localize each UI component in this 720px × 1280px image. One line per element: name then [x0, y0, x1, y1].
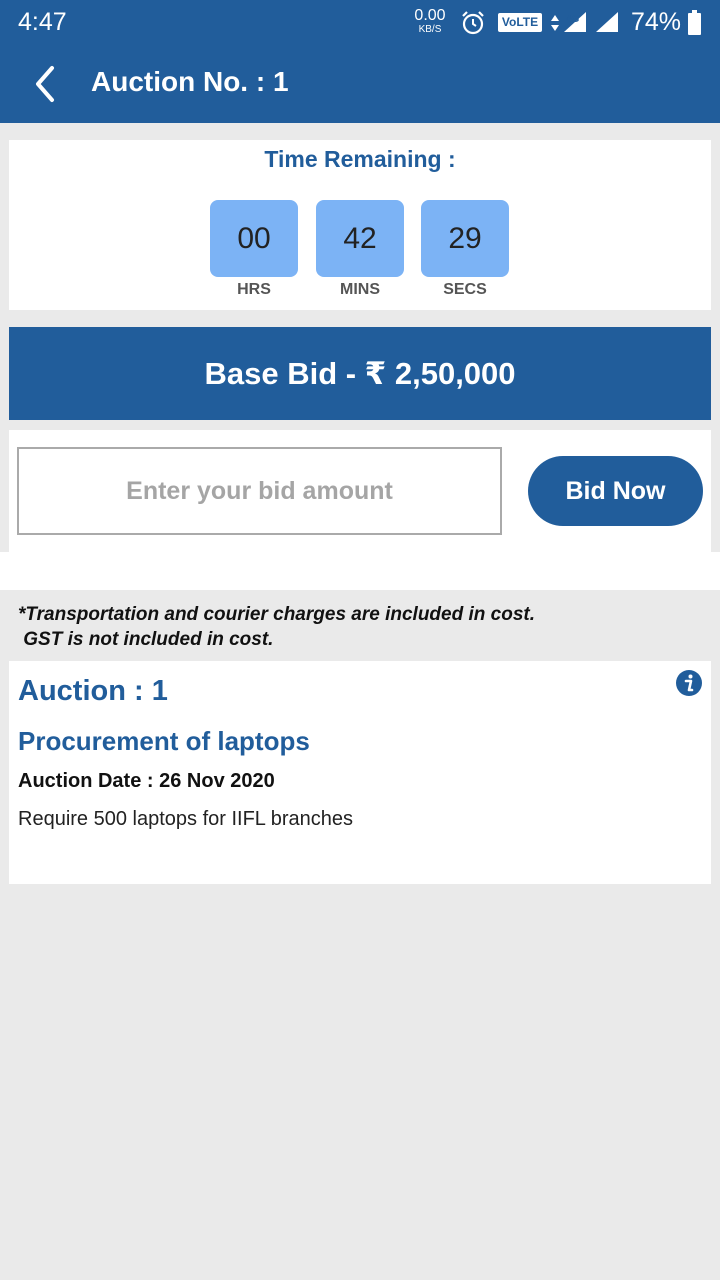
- page-title: Auction No. : 1: [91, 66, 289, 97]
- status-time: 4:47: [18, 8, 67, 36]
- bid-form: Bid Now: [9, 430, 711, 552]
- volte-badge: VoLTE: [498, 13, 542, 32]
- network-type: 4G: [566, 14, 580, 25]
- note-line-2: GST is not included in cost.: [18, 629, 274, 650]
- status-bar: 4:47 0.00 KB/S VoLTE 4G 74%: [0, 0, 720, 46]
- data-arrows-icon: [551, 15, 559, 31]
- seconds-box: 29: [421, 200, 509, 277]
- bid-amount-input[interactable]: [17, 447, 502, 535]
- hours-box: 00: [210, 200, 298, 277]
- base-bid-banner: Base Bid - ₹ 2,50,000: [9, 327, 711, 420]
- chevron-left-icon: [36, 66, 54, 102]
- battery-icon: [688, 10, 701, 35]
- info-icon[interactable]: [675, 669, 703, 697]
- net-speed-unit: KB/S: [418, 24, 442, 35]
- auction-title: Auction : 1: [18, 675, 168, 707]
- divider-strip: [0, 552, 720, 590]
- minutes-box: 42: [316, 200, 404, 277]
- bid-now-button[interactable]: Bid Now: [528, 456, 703, 526]
- hours-label: HRS: [237, 281, 271, 298]
- auction-description: Require 500 laptops for IIFL branches: [18, 808, 354, 830]
- charges-note: *Transportation and courier charges are …: [18, 602, 535, 652]
- minutes-label: MINS: [340, 281, 380, 298]
- net-speed-value: 0.00: [414, 7, 446, 24]
- auction-subtitle: Procurement of laptops: [18, 726, 310, 756]
- app-bar: Auction No. : 1: [0, 46, 720, 123]
- net-speed: 0.00 KB/S: [412, 8, 448, 35]
- timer-card: Time Remaining : 00 42 29 HRS MINS SECS: [9, 140, 711, 310]
- battery-percent: 74%: [631, 8, 682, 36]
- auction-date: Auction Date : 26 Nov 2020: [18, 770, 275, 792]
- alarm-icon: [462, 11, 484, 35]
- seconds-label: SECS: [443, 281, 487, 298]
- signal-icon-2: [596, 12, 618, 32]
- back-button[interactable]: [20, 56, 70, 112]
- note-line-1: *Transportation and courier charges are …: [18, 604, 535, 625]
- timer-title: Time Remaining :: [264, 146, 456, 172]
- auction-info-card: Auction : 1 Procurement of laptops Aucti…: [9, 661, 711, 884]
